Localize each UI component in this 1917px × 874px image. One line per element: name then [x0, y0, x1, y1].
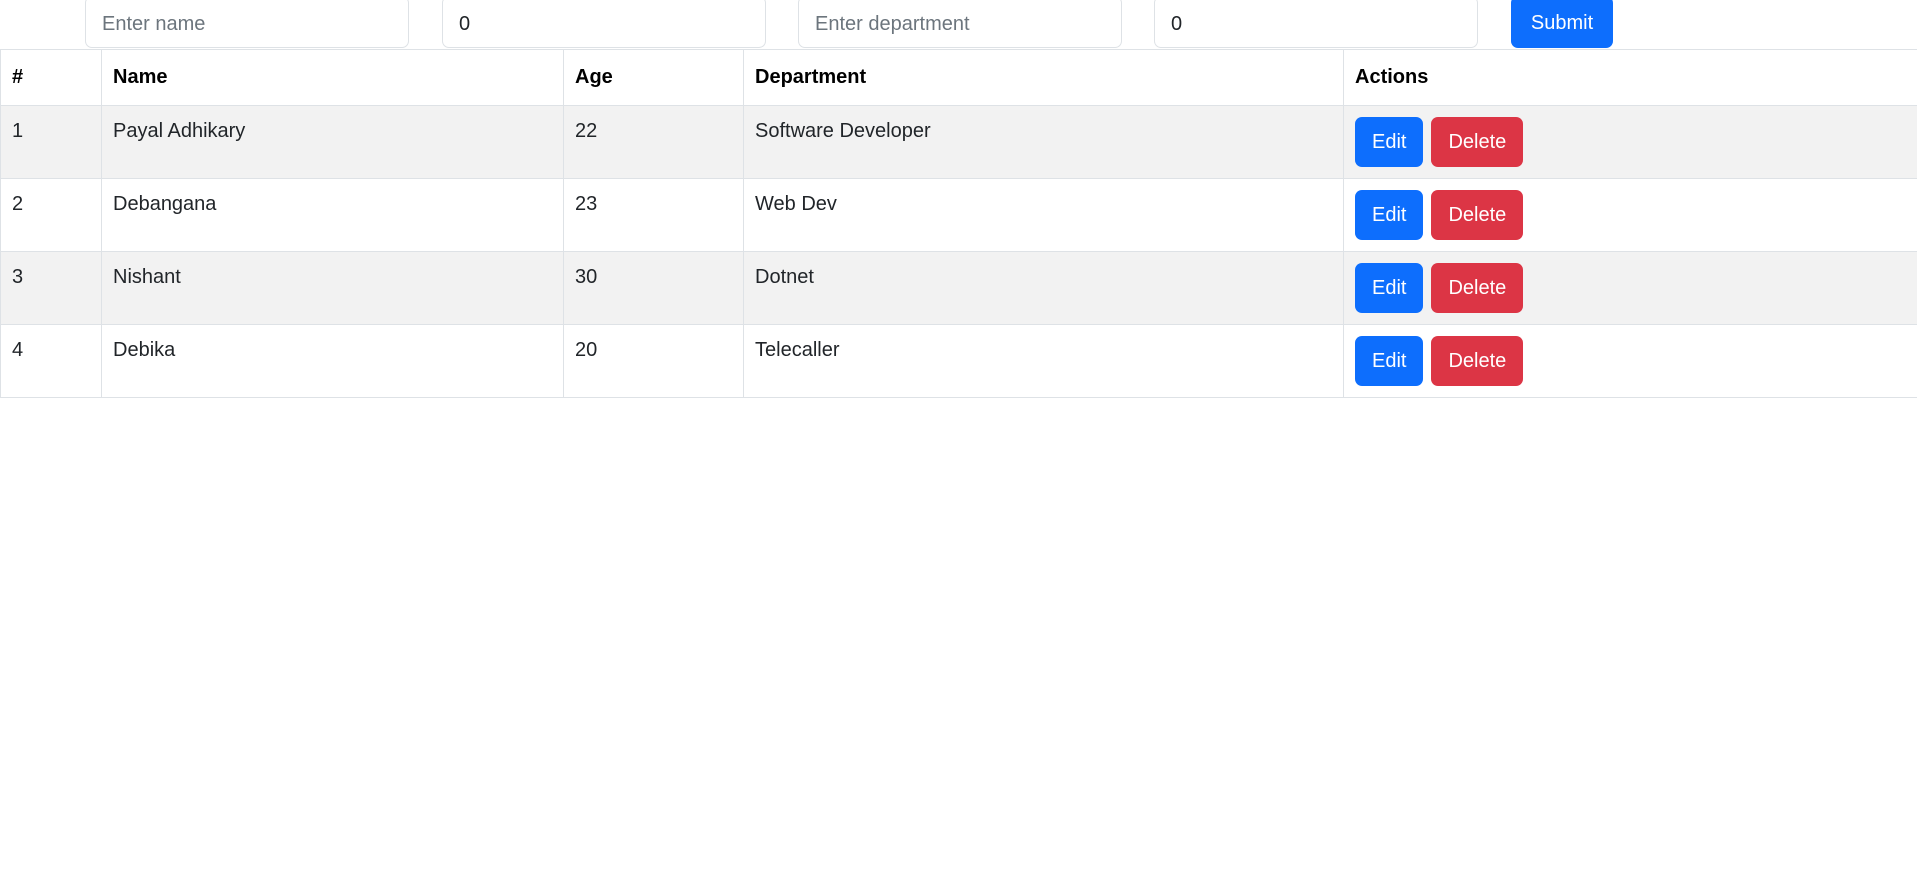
table-header-row: # Name Age Department Actions [0, 49, 1917, 106]
row-department: Telecaller [743, 324, 1344, 398]
delete-button[interactable]: Delete [1431, 190, 1524, 240]
edit-button[interactable]: Edit [1355, 263, 1424, 313]
row-name: Debika [101, 324, 564, 398]
table-row: 3 Nishant 30 Dotnet Edit Delete [0, 251, 1917, 325]
row-age: 20 [563, 324, 744, 398]
row-department: Web Dev [743, 178, 1344, 252]
row-index: 1 [0, 105, 102, 179]
column-header-name: Name [101, 49, 564, 106]
submit-button[interactable]: Submit [1511, 0, 1613, 48]
age-input[interactable] [442, 0, 766, 48]
delete-button[interactable]: Delete [1431, 117, 1524, 167]
column-header-age: Age [563, 49, 744, 106]
edit-button[interactable]: Edit [1355, 336, 1424, 386]
row-age: 22 [563, 105, 744, 179]
row-name: Payal Adhikary [101, 105, 564, 179]
column-header-department: Department [743, 49, 1344, 106]
row-index: 2 [0, 178, 102, 252]
row-name: Nishant [101, 251, 564, 325]
row-name: Debangana [101, 178, 564, 252]
row-department: Dotnet [743, 251, 1344, 325]
edit-button[interactable]: Edit [1355, 190, 1424, 240]
edit-button[interactable]: Edit [1355, 117, 1424, 167]
row-actions: Edit Delete [1343, 324, 1917, 398]
delete-button[interactable]: Delete [1431, 336, 1524, 386]
table-row: 1 Payal Adhikary 22 Software Developer E… [0, 105, 1917, 179]
row-index: 4 [0, 324, 102, 398]
row-age: 23 [563, 178, 744, 252]
row-actions: Edit Delete [1343, 105, 1917, 179]
employee-form: Submit [0, 0, 1917, 49]
delete-button[interactable]: Delete [1431, 263, 1524, 313]
row-department: Software Developer [743, 105, 1344, 179]
column-header-index: # [0, 49, 102, 106]
employee-table: # Name Age Department Actions 1 Payal Ad… [0, 49, 1917, 398]
department-input[interactable] [798, 0, 1122, 48]
table-row: 2 Debangana 23 Web Dev Edit Delete [0, 178, 1917, 252]
table-row: 4 Debika 20 Telecaller Edit Delete [0, 324, 1917, 398]
number-input[interactable] [1154, 0, 1478, 48]
row-actions: Edit Delete [1343, 178, 1917, 252]
row-actions: Edit Delete [1343, 251, 1917, 325]
name-input[interactable] [85, 0, 409, 48]
column-header-actions: Actions [1343, 49, 1917, 106]
row-age: 30 [563, 251, 744, 325]
row-index: 3 [0, 251, 102, 325]
